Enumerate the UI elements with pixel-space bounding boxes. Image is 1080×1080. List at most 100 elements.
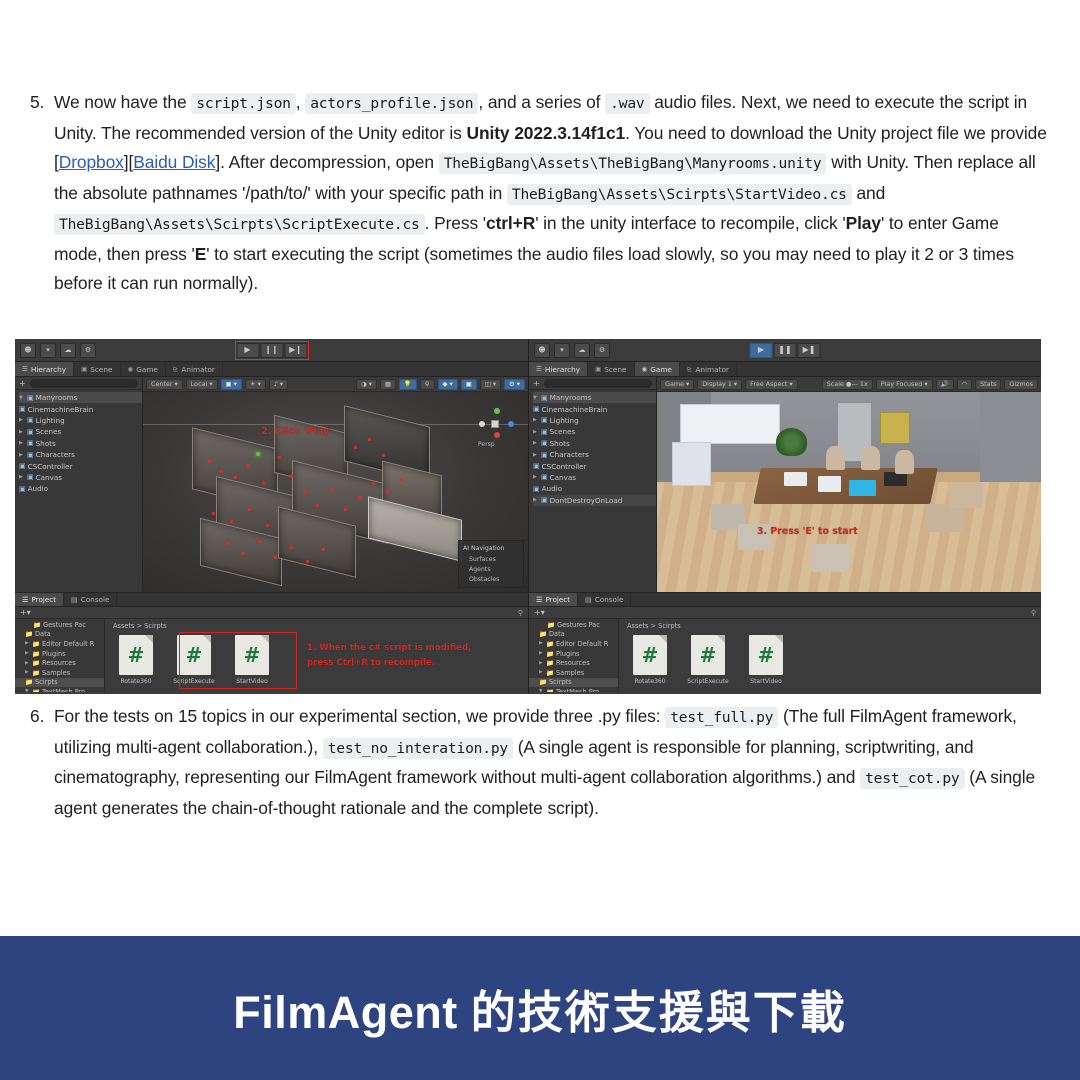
chevron-right-icon[interactable]: ▶: [19, 440, 25, 446]
chevron-down-icon[interactable]: ▼: [533, 395, 539, 401]
scene-visibility-toggle[interactable]: 💡: [398, 378, 417, 390]
chevron-right-icon[interactable]: ▶: [533, 452, 539, 458]
aspect-dropdown[interactable]: Free Aspect ▾: [745, 378, 798, 390]
stats-toggle[interactable]: Stats: [975, 378, 1002, 390]
chevron-down-icon[interactable]: ▼: [19, 395, 25, 401]
search-icon[interactable]: ⚲: [1031, 609, 1036, 617]
hierarchy-item-lighting[interactable]: ▶ ▣ Lighting: [533, 415, 656, 426]
chevron-right-icon[interactable]: ▶: [533, 440, 539, 446]
tab-hierarchy[interactable]: ☰ Hierarchy: [529, 362, 589, 376]
cloud-icon[interactable]: ☁: [574, 342, 590, 358]
grid-toggle[interactable]: ▦: [379, 378, 396, 390]
nav-row-surfaces[interactable]: Surfaces: [459, 554, 523, 564]
search-icon[interactable]: ⚲: [518, 609, 523, 617]
add-object-icon[interactable]: +: [19, 379, 26, 388]
pivot-dropdown[interactable]: Center ▾: [146, 378, 183, 390]
tab-scene[interactable]: ▣ Scene: [588, 362, 635, 376]
folder-gestures-pack[interactable]: 📁 Gestures Pac: [15, 620, 104, 630]
hierarchy-search-input[interactable]: [29, 378, 138, 388]
scene-viewport[interactable]: Center ▾ Local ▾ ▣ ▾ ☀ ▾ ♪ ▾ ◑ ▾ ▦ 💡 ⚲ ◆…: [143, 377, 528, 592]
folder-resources[interactable]: ▶ 📁 Resources: [529, 658, 618, 668]
hierarchy-item-cinemachinebrain[interactable]: ▣ CinemachineBrain: [19, 403, 142, 414]
nav-row-agents[interactable]: Agents: [459, 565, 523, 575]
hierarchy-search-input[interactable]: [543, 378, 652, 388]
chevron-down-icon[interactable]: ▼: [25, 689, 30, 692]
create-asset-icon[interactable]: +▾: [20, 608, 31, 617]
mute-audio-icon[interactable]: 🔊: [935, 378, 954, 390]
hierarchy-item-audio[interactable]: ▣ Audio: [19, 483, 142, 494]
ai-navigation-overlay[interactable]: AI Navigation Surfaces Agents Obstacles: [458, 540, 524, 588]
tab-scene[interactable]: ▣ Scene: [74, 362, 121, 376]
hierarchy-item-manyrooms[interactable]: ▼ ▣ Manyrooms: [533, 392, 656, 404]
hierarchy-item-scenes[interactable]: ▶ ▣ Scenes: [533, 426, 656, 437]
gear-icon[interactable]: ⚙: [594, 342, 610, 358]
baidu-disk-link[interactable]: Baidu Disk: [133, 152, 215, 172]
chevron-right-icon[interactable]: ▶: [25, 661, 30, 666]
chevron-right-icon[interactable]: ▶: [539, 641, 544, 646]
game-view-dropdown[interactable]: Game ▾: [660, 378, 695, 390]
chevron-right-icon[interactable]: ▶: [25, 651, 30, 656]
pause-button[interactable]: ❚❚: [773, 342, 797, 358]
lighting-toggle[interactable]: ☀ ▾: [244, 378, 266, 390]
hierarchy-item-manyrooms[interactable]: ▼ ▣ Manyrooms: [19, 392, 142, 404]
folder-editor-default-resources[interactable]: ▶ 📁 Editor Default R: [529, 639, 618, 649]
hierarchy-item-cscontroller[interactable]: ▣ CSController: [19, 460, 142, 471]
folder-scirpts[interactable]: 📁 Scirpts: [529, 677, 618, 688]
vsync-icon[interactable]: ◠: [956, 378, 973, 390]
effects-dropdown[interactable]: ◑ ▾: [356, 378, 377, 390]
asset-scriptexecute[interactable]: # ScriptExecute: [687, 635, 729, 685]
tab-console[interactable]: ▤ Console: [64, 593, 118, 606]
layers-dropdown[interactable]: ▾: [40, 342, 56, 358]
folder-data[interactable]: 📁 Data: [529, 630, 618, 640]
hierarchy-item-shots[interactable]: ▶ ▣ Shots: [19, 438, 142, 449]
view-options-toggle[interactable]: ▣ ▾: [220, 378, 242, 390]
hierarchy-item-dontdestroyonload[interactable]: ▶ ▣ DontDestroyOnLoad: [533, 494, 656, 506]
chevron-right-icon[interactable]: ▶: [533, 474, 539, 480]
display-dropdown[interactable]: Display 1 ▾: [697, 378, 743, 390]
chevron-right-icon[interactable]: ▶: [19, 474, 25, 480]
hierarchy-item-canvas[interactable]: ▶ ▣ Canvas: [19, 472, 142, 483]
nav-row-obstacles[interactable]: Obstacles: [459, 575, 523, 585]
folder-samples[interactable]: ▶ 📁 Samples: [15, 668, 104, 678]
folder-plugins[interactable]: ▶ 📁 Plugins: [15, 649, 104, 659]
tab-project[interactable]: ☰ Project: [15, 593, 65, 606]
rotation-dropdown[interactable]: Local ▾: [185, 378, 218, 390]
chevron-right-icon[interactable]: ▶: [533, 417, 539, 423]
chevron-right-icon[interactable]: ▶: [539, 670, 544, 675]
folder-scirpts[interactable]: 📁 Scirpts: [15, 677, 104, 688]
game-3d-render[interactable]: 3. Press 'E' to start: [657, 392, 1041, 592]
chevron-right-icon[interactable]: ▶: [533, 429, 539, 435]
folder-data[interactable]: 📁 Data: [15, 630, 104, 640]
dropbox-link[interactable]: Dropbox: [59, 152, 124, 172]
chevron-right-icon[interactable]: ▶: [539, 651, 544, 656]
tab-game[interactable]: ◉ Game: [634, 362, 680, 376]
tab-game[interactable]: ◉ Game: [121, 362, 166, 376]
game-viewport[interactable]: Game ▾ Display 1 ▾ Free Aspect ▾ Scale ●…: [657, 377, 1041, 592]
folder-samples[interactable]: ▶ 📁 Samples: [529, 668, 618, 678]
cloud-icon[interactable]: ☁: [60, 342, 76, 358]
chevron-right-icon[interactable]: ▶: [533, 497, 539, 503]
tab-animator[interactable]: ⊵ Animator: [166, 362, 223, 376]
gizmos-toggle[interactable]: Gizmos: [1004, 378, 1038, 390]
hierarchy-item-scenes[interactable]: ▶ ▣ Scenes: [19, 426, 142, 437]
hierarchy-item-cscontroller[interactable]: ▣ CSController: [533, 460, 656, 471]
asset-rotate360[interactable]: # Rotate360: [629, 635, 671, 685]
create-asset-icon[interactable]: +▾: [534, 608, 545, 617]
chevron-right-icon[interactable]: ▶: [19, 417, 25, 423]
gizmo-projection-label[interactable]: Persp: [478, 441, 495, 448]
folder-gestures-pack[interactable]: 📁 Gestures Pac: [529, 620, 618, 630]
chevron-right-icon[interactable]: ▶: [19, 452, 25, 458]
hierarchy-item-shots[interactable]: ▶ ▣ Shots: [533, 438, 656, 449]
gizmos-dropdown[interactable]: ◆ ▾: [437, 378, 458, 390]
play-button[interactable]: ▶: [749, 342, 773, 358]
folder-plugins[interactable]: ▶ 📁 Plugins: [529, 649, 618, 659]
hierarchy-item-audio[interactable]: ▣ Audio: [533, 483, 656, 494]
scene-3d-render[interactable]: Persp AI Navigation Surfaces Agents Obst…: [143, 392, 528, 592]
scale-slider[interactable]: Scale ●— 1x: [821, 378, 873, 390]
tab-hierarchy[interactable]: ☰ Hierarchy: [15, 362, 75, 376]
hierarchy-item-characters[interactable]: ▶ ▣ Characters: [19, 449, 142, 460]
asset-startvideo[interactable]: # StartVideo: [745, 635, 787, 685]
scene-camera-dropdown[interactable]: ◫ ▾: [479, 378, 502, 390]
chevron-right-icon[interactable]: ▶: [539, 661, 544, 666]
folder-resources[interactable]: ▶ 📁 Resources: [15, 658, 104, 668]
